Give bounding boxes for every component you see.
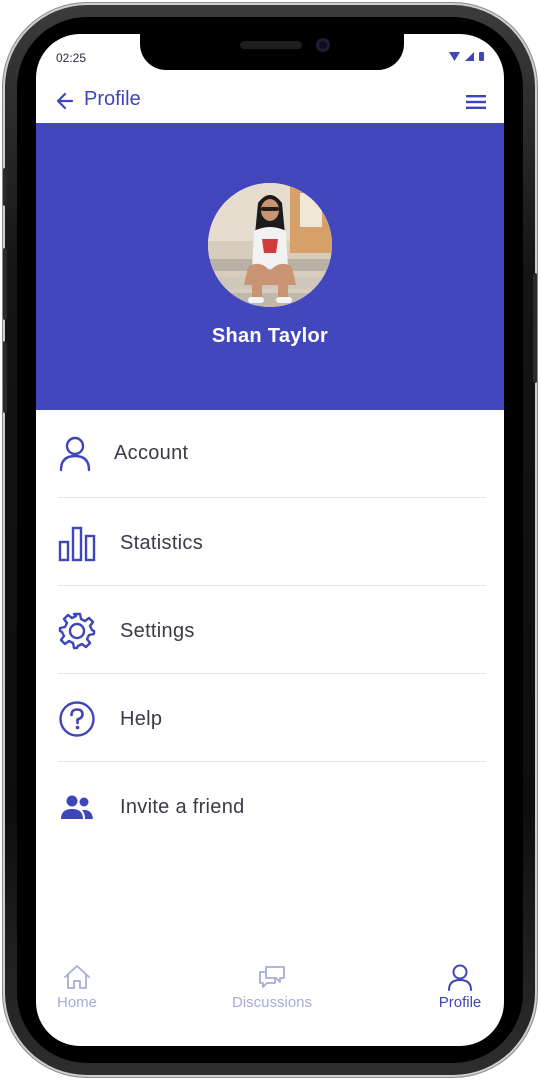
status-time: 02:25 — [56, 51, 87, 65]
page-title: Profile — [84, 88, 141, 110]
menu-list: Account Statistics Settings Help Invite … — [36, 410, 504, 849]
user-icon — [59, 436, 91, 472]
menu-item-statistics[interactable]: Statistics — [58, 498, 486, 586]
menu-item-label: Account — [114, 442, 189, 464]
menu-item-help[interactable]: Help — [58, 674, 486, 762]
notch — [140, 34, 404, 70]
user-name: Shan Taylor — [211, 325, 329, 347]
menu-item-settings[interactable]: Settings — [58, 586, 486, 674]
nav-label: Discussions — [231, 994, 313, 1011]
menu-item-label: Help — [120, 708, 163, 730]
front-camera — [316, 38, 330, 52]
app-bar: Profile — [36, 80, 504, 124]
gear-icon — [58, 612, 96, 650]
status-icons — [449, 52, 484, 61]
profile-header: Shan Taylor — [36, 123, 504, 410]
menu-item-label: Settings — [120, 620, 195, 642]
speaker-grille — [240, 41, 302, 49]
menu-item-invite-a-friend[interactable]: Invite a friend — [58, 762, 486, 849]
power-button — [533, 273, 537, 383]
bar-chart-icon — [58, 526, 96, 562]
nav-item-home[interactable]: Home — [54, 962, 100, 1011]
battery-icon — [479, 52, 484, 61]
silent-switch — [3, 168, 7, 206]
help-icon — [59, 701, 95, 737]
people-icon — [61, 795, 93, 819]
volume-down-button — [3, 341, 7, 413]
avatar[interactable] — [208, 183, 332, 307]
signal-icon — [465, 52, 474, 61]
nav-label: Profile — [438, 994, 482, 1011]
hamburger-menu-icon[interactable] — [466, 94, 486, 110]
volume-up-button — [3, 248, 7, 320]
nav-label: Home — [56, 994, 97, 1011]
chat-icon — [259, 966, 285, 988]
nav-item-profile[interactable]: Profile — [434, 962, 486, 1011]
nav-item-discussions[interactable]: Discussions — [222, 962, 322, 1011]
phone-screen: 02:25 Profile Shan Taylor Account Statis… — [36, 34, 504, 1046]
wifi-icon — [449, 52, 460, 61]
user-icon — [448, 964, 472, 991]
bottom-nav: Home Discussions Profile — [36, 962, 504, 1032]
home-icon — [64, 965, 90, 989]
menu-item-account[interactable]: Account — [58, 410, 486, 498]
back-arrow-icon[interactable] — [54, 90, 76, 112]
menu-item-label: Invite a friend — [120, 796, 245, 818]
avatar-photo — [208, 183, 332, 307]
menu-item-label: Statistics — [120, 532, 204, 554]
